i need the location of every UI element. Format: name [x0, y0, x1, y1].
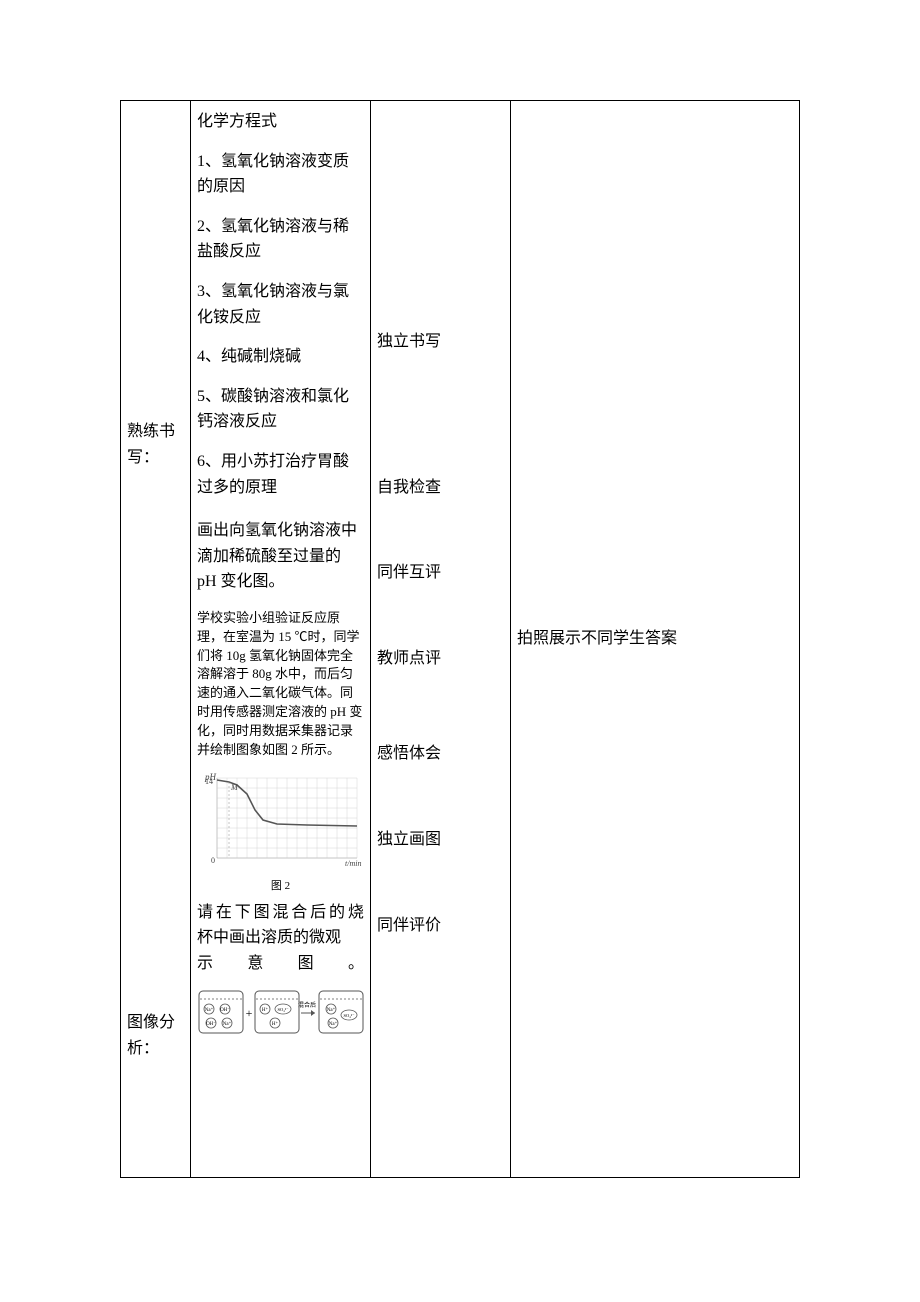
- svg-text:SO₄²⁻: SO₄²⁻: [343, 1013, 355, 1018]
- teacher-action: 拍照展示不同学生答案: [517, 626, 793, 652]
- list-item: 4、纯碱制烧碱: [197, 344, 364, 370]
- ph-chart: pH 14 0 t/min M 图 2: [197, 768, 364, 896]
- list-item: 6、用小苏打治疗胃酸过多的原理: [197, 449, 364, 500]
- svg-text:Na⁺: Na⁺: [327, 1007, 336, 1013]
- ph-chart-svg: pH 14 0 t/min M: [197, 768, 365, 868]
- column-1: 熟练书写： 图像分析：: [121, 101, 191, 1178]
- list-item: 5、碳酸钠溶液和氯化钙溶液反应: [197, 384, 364, 435]
- svg-text:0: 0: [211, 856, 215, 865]
- column-2: 化学方程式 1、氢氧化钠溶液变质的原因 2、氢氧化钠溶液与稀盐酸反应 3、氢氧化…: [191, 101, 371, 1178]
- svg-text:H⁺: H⁺: [272, 1021, 279, 1027]
- svg-text:OH⁻: OH⁻: [206, 1022, 216, 1027]
- lesson-plan-table: 熟练书写： 图像分析： 化学方程式 1、氢氧化钠溶液变质的原因 2、氢氧化钠溶液…: [120, 100, 800, 1178]
- svg-text:t/min: t/min: [345, 859, 361, 868]
- activity-item: 同伴评价: [377, 913, 504, 939]
- activity-item: 感悟体会: [377, 741, 504, 767]
- table-row: 熟练书写： 图像分析： 化学方程式 1、氢氧化钠溶液变质的原因 2、氢氧化钠溶液…: [121, 101, 800, 1178]
- activity-item: 自我检查: [377, 475, 504, 501]
- beaker-diagram: Na⁺ OH⁻ OH⁻ Na⁺ + H⁺ SO₄²⁻: [197, 987, 364, 1048]
- list-item: 2、氢氧化钠溶液与稀盐酸反应: [197, 214, 364, 265]
- svg-text:14: 14: [205, 777, 213, 786]
- svg-text:Na⁺: Na⁺: [329, 1021, 338, 1027]
- svg-text:Na⁺: Na⁺: [205, 1007, 214, 1013]
- svg-text:Na⁺: Na⁺: [223, 1021, 232, 1027]
- svg-text:M: M: [230, 783, 239, 792]
- section-title: 化学方程式: [197, 109, 364, 135]
- column-3: 独立书写 自我检查 同伴互评 教师点评 感悟体会 独立画图 同伴评价: [371, 101, 511, 1178]
- activity-item: 同伴互评: [377, 560, 504, 586]
- experiment-description: 学校实验小组验证反应原理，在室温为 15 ℃时，同学们将 10g 氢氧化钠固体完…: [197, 609, 364, 760]
- micro-diagram-instruction: 请 在 下 图 混 合 后 的 烧 杯中画出溶质的微观 示 意 图 。: [197, 900, 364, 977]
- list-item: 1、氢氧化钠溶液变质的原因: [197, 149, 364, 200]
- activity-item: 教师点评: [377, 646, 504, 672]
- list-item: 3、氢氧化钠溶液与氯化铵反应: [197, 279, 364, 330]
- activity-item: 独立画图: [377, 827, 504, 853]
- beaker-svg: Na⁺ OH⁻ OH⁻ Na⁺ + H⁺ SO₄²⁻: [197, 987, 365, 1039]
- ph-instruction: 画出向氢氧化钠溶液中滴加稀硫酸至过量的 pH 变化图。: [197, 518, 364, 595]
- arrow-label: 混合后: [298, 1001, 316, 1009]
- svg-text:SO₄²⁻: SO₄²⁻: [277, 1007, 289, 1012]
- svg-text:OH⁻: OH⁻: [220, 1008, 230, 1013]
- svg-text:H⁺: H⁺: [262, 1007, 269, 1013]
- chart-caption: 图 2: [197, 878, 364, 896]
- label-practice-writing: 熟练书写：: [127, 419, 184, 470]
- label-image-analysis: 图像分析：: [127, 1010, 184, 1061]
- activity-item: 独立书写: [377, 329, 504, 355]
- svg-text:+: +: [246, 1006, 253, 1020]
- column-4: 拍照展示不同学生答案: [511, 101, 800, 1178]
